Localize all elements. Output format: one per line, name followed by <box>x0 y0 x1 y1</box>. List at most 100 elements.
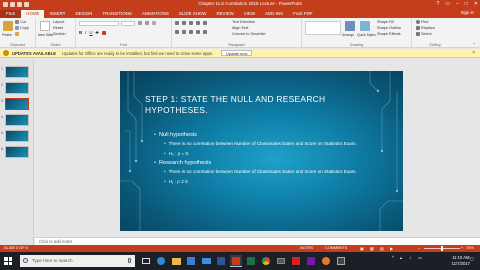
chrome-icon[interactable] <box>260 255 272 267</box>
powerpoint-icon[interactable] <box>230 255 242 267</box>
align-left-icon[interactable] <box>175 30 179 34</box>
zoom-level[interactable]: 70% <box>466 246 474 250</box>
taskbar-search-box[interactable]: Type here to search <box>20 255 135 267</box>
decrease-indent-icon[interactable] <box>189 21 193 25</box>
quick-styles-button[interactable]: Quick Styles <box>357 33 376 37</box>
volume-icon[interactable]: ♪ <box>409 255 411 260</box>
quick-styles-icon[interactable] <box>360 21 370 31</box>
grow-font-icon[interactable] <box>138 21 142 25</box>
update-now-button[interactable]: Update now <box>221 50 253 56</box>
justify-icon[interactable] <box>196 30 200 34</box>
numbering-icon[interactable] <box>182 21 186 25</box>
clear-formatting-icon[interactable] <box>152 21 156 25</box>
task-view-icon[interactable] <box>140 255 152 267</box>
tab-foxit-pdf[interactable]: Foxit PDF <box>288 10 318 18</box>
shape-outline-button[interactable]: Shape Outline <box>377 26 401 30</box>
paste-button[interactable]: Paste <box>2 33 12 37</box>
copy-button[interactable]: Copy <box>15 26 29 30</box>
notes-pane[interactable]: Click to add notes <box>35 237 480 245</box>
convert-smartart-button[interactable]: Convert to SmartArt <box>232 32 266 36</box>
windows-start-icon[interactable] <box>4 257 12 265</box>
save-icon[interactable] <box>3 2 8 7</box>
shape-effects-button[interactable]: Shape Effects <box>377 32 401 36</box>
cut-button[interactable]: Cut <box>15 20 26 24</box>
zoom-in-icon[interactable]: + <box>461 246 463 250</box>
settings-app-icon[interactable] <box>335 255 347 267</box>
arrange-icon[interactable] <box>345 21 355 31</box>
notes-toggle-button[interactable]: NOTES <box>300 246 313 250</box>
bullets-icon[interactable] <box>175 21 179 25</box>
replace-button[interactable]: Replace <box>416 26 435 30</box>
slide-body[interactable]: • Null hypothesis • There is no correlatio… <box>154 132 394 188</box>
find-button[interactable]: Find <box>416 20 428 24</box>
tab-animations[interactable]: ANIMATIONS <box>137 10 174 18</box>
tab-view[interactable]: VIEW <box>239 10 260 18</box>
slideshow-view-icon[interactable]: ▶ <box>390 246 393 251</box>
font-color-icon[interactable] <box>101 30 106 35</box>
slide-thumbnail-5[interactable] <box>5 130 29 142</box>
close-message-icon[interactable]: × <box>472 50 475 56</box>
text-direction-button[interactable]: Text Direction <box>232 20 255 24</box>
underline-icon[interactable]: U <box>89 30 92 35</box>
maximize-icon[interactable]: □ <box>465 1 468 8</box>
slide-thumbnail-6[interactable] <box>5 146 29 158</box>
section-button[interactable]: Section <box>53 32 66 36</box>
slide-sorter-icon[interactable]: ▦ <box>370 246 374 251</box>
zoom-out-icon[interactable]: – <box>418 246 420 250</box>
tab-slide-show[interactable]: SLIDE SHOW <box>174 10 212 18</box>
close-icon[interactable]: ✕ <box>474 1 478 8</box>
italic-icon[interactable]: I <box>85 30 86 35</box>
slide-title[interactable]: STEP 1: STATE THE NULL AND RESEARCH HYPO… <box>145 94 390 116</box>
format-painter-button[interactable] <box>15 32 19 36</box>
shape-fill-button[interactable]: Shape Fill <box>377 20 394 24</box>
file-explorer-icon[interactable] <box>170 255 182 267</box>
normal-view-icon[interactable]: ▣ <box>360 246 364 251</box>
action-center-icon[interactable]: ▢ <box>470 256 474 261</box>
reset-button[interactable]: Reset <box>53 26 63 30</box>
tab-file[interactable]: FILE <box>0 10 22 18</box>
adobe-icon[interactable] <box>290 255 302 267</box>
columns-icon[interactable] <box>203 30 207 34</box>
slide-thumbnail-4[interactable] <box>5 114 29 126</box>
store-icon[interactable] <box>185 255 197 267</box>
slide-thumbnail-3[interactable] <box>5 98 29 110</box>
bold-icon[interactable]: B <box>79 30 82 35</box>
tab-add-ins[interactable]: ADD-INS <box>260 10 288 18</box>
taskbar-clock[interactable]: 11:10 AM 11/7/2017 <box>452 255 470 266</box>
align-text-button[interactable]: Align Text <box>232 26 248 30</box>
microphone-icon[interactable] <box>128 258 131 263</box>
mail-icon[interactable] <box>200 255 212 267</box>
ribbon-display-icon[interactable]: ▭ <box>445 1 450 8</box>
increase-indent-icon[interactable] <box>196 21 200 25</box>
align-center-icon[interactable] <box>182 30 186 34</box>
tab-insert[interactable]: INSERT <box>44 10 70 18</box>
start-slideshow-icon[interactable] <box>24 2 29 7</box>
battery-icon[interactable]: ▭ <box>418 255 422 260</box>
reading-view-icon[interactable]: ▤ <box>380 246 384 251</box>
word-icon[interactable] <box>215 255 227 267</box>
arrange-button[interactable]: Arrange <box>342 33 354 37</box>
zoom-slider-handle[interactable] <box>441 246 443 251</box>
slide-thumbnail-2[interactable] <box>5 82 29 94</box>
font-size-box[interactable] <box>121 21 135 26</box>
shapes-gallery[interactable] <box>305 21 341 35</box>
layout-button[interactable]: Layout <box>53 20 64 24</box>
comments-toggle-button[interactable]: COMMENTS <box>325 246 347 250</box>
slide-thumbnail-1[interactable] <box>5 66 29 78</box>
line-spacing-icon[interactable] <box>203 21 207 25</box>
help-icon[interactable]: ? <box>436 1 439 8</box>
minimize-icon[interactable]: – <box>456 1 459 8</box>
tab-design[interactable]: DESIGN <box>71 10 98 18</box>
current-slide[interactable]: STEP 1: STATE THE NULL AND RESEARCH HYPO… <box>120 71 403 231</box>
align-right-icon[interactable] <box>189 30 193 34</box>
tray-chevron-icon[interactable]: ^ <box>392 255 394 260</box>
network-icon[interactable]: ▴ <box>400 255 402 260</box>
edge-icon[interactable] <box>155 255 167 267</box>
redo-icon[interactable] <box>17 2 22 7</box>
tab-review[interactable]: REVIEW <box>211 10 238 18</box>
undo-icon[interactable] <box>10 2 15 7</box>
strikethrough-icon[interactable]: S <box>96 30 99 35</box>
new-slide-button[interactable]: New Slide <box>38 33 53 37</box>
select-button[interactable]: Select <box>416 32 432 36</box>
collapse-ribbon-icon[interactable]: ⌃ <box>473 42 476 47</box>
